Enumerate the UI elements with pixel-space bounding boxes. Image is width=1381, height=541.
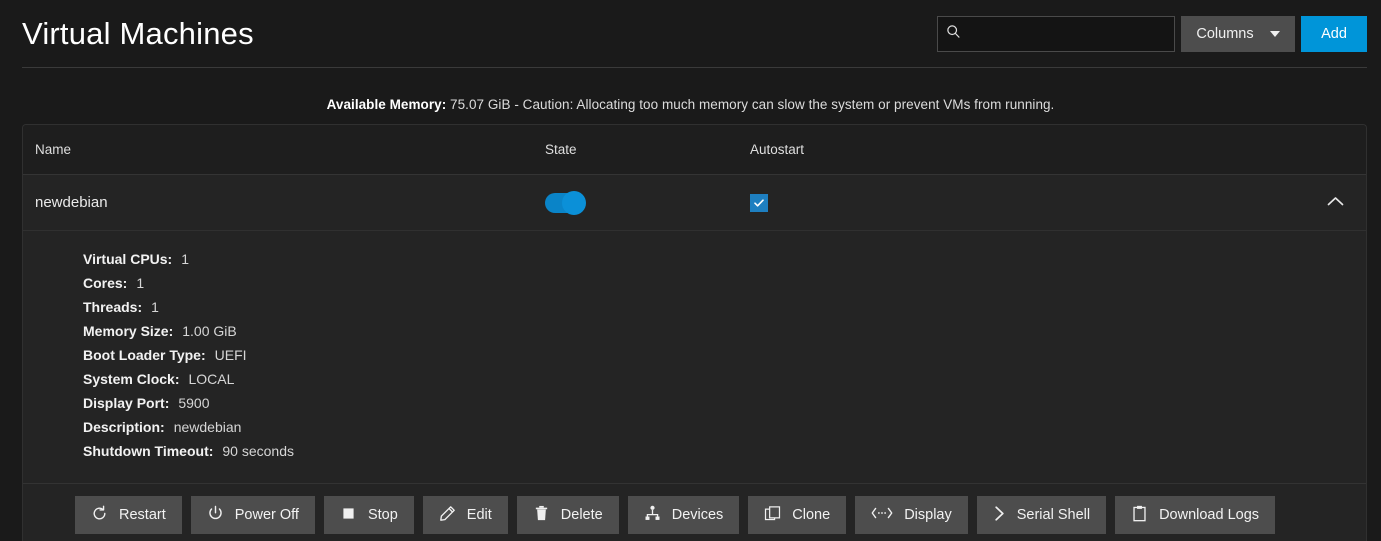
available-memory-label: Available Memory:: [326, 97, 447, 112]
detail-value: 5900: [178, 395, 210, 411]
restart-icon: [91, 505, 108, 526]
detail-row-description: Description: newdebian: [83, 419, 1366, 443]
detail-label: Display Port:: [83, 395, 170, 411]
vm-detail-panel: Virtual CPUs: 1 Cores: 1 Threads: 1 Memo…: [23, 231, 1366, 541]
copy-icon: [764, 505, 781, 526]
detail-label: Memory Size:: [83, 323, 174, 339]
table-header-row: Name State Autostart: [23, 125, 1366, 175]
add-button[interactable]: Add: [1301, 16, 1367, 52]
autostart-cell: [750, 193, 1327, 212]
restart-button[interactable]: Restart: [75, 496, 182, 534]
edit-button[interactable]: Edit: [422, 496, 508, 534]
detail-label: System Clock:: [83, 371, 180, 387]
download-logs-button-label: Download Logs: [1159, 507, 1260, 523]
detail-value: newdebian: [173, 419, 242, 435]
stop-icon: [340, 505, 357, 526]
delete-button-label: Delete: [560, 507, 603, 523]
detail-value: LOCAL: [188, 371, 235, 387]
autostart-checkbox[interactable]: [750, 193, 768, 212]
search-box[interactable]: [937, 16, 1175, 52]
detail-row-display-port: Display Port: 5900: [83, 395, 1366, 419]
state-toggle[interactable]: [545, 190, 586, 215]
page-header: Virtual Machines Columns Add: [0, 0, 1381, 68]
available-memory-text: 75.07 GiB - Caution: Allocating too much…: [446, 97, 1055, 112]
columns-button[interactable]: Columns: [1181, 16, 1295, 52]
devices-button[interactable]: Devices: [627, 496, 740, 534]
available-memory-notice: Available Memory: 75.07 GiB - Caution: A…: [0, 68, 1381, 124]
detail-label: Description:: [83, 419, 165, 435]
detail-label: Cores:: [83, 275, 128, 291]
devices-hub-icon: [644, 505, 661, 526]
power-off-button[interactable]: Power Off: [190, 496, 315, 534]
vm-table: Name State Autostart newdebian Virtual C…: [22, 124, 1367, 541]
column-header-autostart: Autostart: [750, 142, 805, 157]
detail-value: 1.00 GiB: [182, 323, 237, 339]
stop-button-label: Stop: [367, 507, 398, 523]
detail-row-cores: Cores: 1: [83, 275, 1366, 299]
detail-label: Boot Loader Type:: [83, 347, 206, 363]
display-button[interactable]: Display: [855, 496, 968, 534]
detail-row-system-clock: System Clock: LOCAL: [83, 371, 1366, 395]
power-off-button-label: Power Off: [234, 507, 299, 523]
header-actions: Columns Add: [937, 16, 1367, 52]
column-header-state: State: [545, 142, 577, 157]
detail-label: Virtual CPUs:: [83, 251, 173, 267]
clone-button-label: Clone: [792, 507, 831, 523]
power-icon: [207, 505, 224, 526]
detail-value: 1: [151, 299, 159, 315]
vm-name: newdebian: [35, 194, 108, 211]
search-input[interactable]: [967, 17, 1166, 51]
serial-shell-button-label: Serial Shell: [1016, 507, 1091, 523]
clipboard-icon: [1131, 505, 1148, 526]
detail-row-boot-loader-type: Boot Loader Type: UEFI: [83, 347, 1366, 371]
detail-row-memory-size: Memory Size: 1.00 GiB: [83, 323, 1366, 347]
header-divider: [22, 67, 1367, 68]
restart-button-label: Restart: [119, 507, 166, 523]
edit-button-label: Edit: [466, 507, 492, 523]
column-header-name: Name: [35, 142, 72, 157]
display-button-label: Display: [904, 507, 952, 523]
chevron-down-icon: [1269, 31, 1280, 37]
columns-button-label: Columns: [1196, 26, 1254, 42]
state-cell: [545, 190, 750, 215]
detail-row-virtual-cpus: Virtual CPUs: 1: [83, 251, 1366, 275]
detail-value: 1: [136, 275, 145, 291]
detail-label: Threads:: [83, 299, 143, 315]
detail-label: Shutdown Timeout:: [83, 443, 214, 459]
vm-detail-list: Virtual CPUs: 1 Cores: 1 Threads: 1 Memo…: [23, 251, 1366, 483]
trash-icon: [533, 505, 550, 526]
clone-button[interactable]: Clone: [748, 496, 847, 534]
chevron-right-icon: [993, 505, 1006, 526]
code-arrows-icon: [871, 506, 893, 524]
pencil-icon: [439, 505, 456, 526]
detail-value: 90 seconds: [222, 443, 294, 459]
chevron-up-icon: [1327, 194, 1344, 212]
table-row[interactable]: newdebian: [23, 175, 1366, 231]
download-logs-button[interactable]: Download Logs: [1115, 496, 1276, 534]
detail-row-threads: Threads: 1: [83, 299, 1366, 323]
detail-value: 1: [181, 251, 190, 267]
delete-button[interactable]: Delete: [516, 496, 619, 534]
page-title: Virtual Machines: [22, 16, 254, 51]
vm-actions-bar: Restart Power Off Stop Edit Delete Devic…: [23, 483, 1366, 541]
search-icon: [946, 24, 961, 44]
detail-value: UEFI: [214, 347, 247, 363]
row-expand-toggle[interactable]: [1327, 194, 1352, 212]
serial-shell-button[interactable]: Serial Shell: [976, 496, 1107, 534]
devices-button-label: Devices: [671, 507, 724, 523]
detail-row-shutdown-timeout: Shutdown Timeout: 90 seconds: [83, 443, 1366, 467]
stop-button[interactable]: Stop: [323, 496, 414, 534]
